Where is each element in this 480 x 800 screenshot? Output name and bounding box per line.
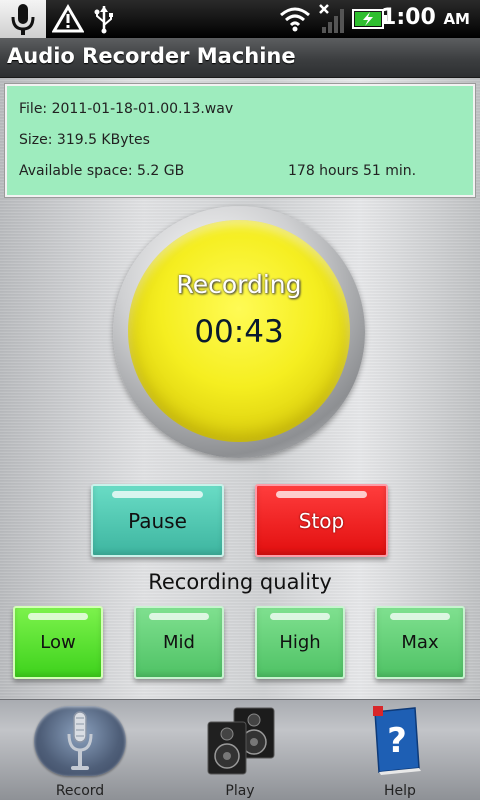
quality-max-label: Max (401, 632, 439, 653)
nav-help-label: Help (384, 783, 416, 799)
usb-icon (92, 4, 116, 38)
recording-indicator-ring: Recording 00:43 (113, 206, 365, 458)
status-time: 1:00 AM (381, 5, 470, 30)
file-info-panel: File: 2011-01-18-01.00.13.wav Size: 319.… (5, 84, 475, 197)
recording-timer: 00:43 (194, 314, 284, 350)
nav-play-label: Play (225, 783, 255, 799)
quality-high-label: High (279, 632, 321, 653)
status-bar: 1:00 AM (0, 0, 480, 38)
button-highlight (276, 491, 367, 498)
nav-help-tab[interactable]: ? Help (345, 700, 455, 800)
quality-max-button[interactable]: Max (375, 606, 465, 679)
available-space-text: Available space: 5.2 GB (19, 163, 185, 179)
microphone-icon (67, 711, 93, 770)
nav-record-label: Record (55, 783, 105, 799)
nav-record-tab[interactable]: Record (26, 700, 134, 800)
main-panel: File: 2011-01-18-01.00.13.wav Size: 319.… (0, 78, 480, 699)
warning-icon (51, 4, 85, 38)
stop-button[interactable]: Stop (255, 484, 388, 557)
quality-low-button[interactable]: Low (13, 606, 103, 679)
button-highlight (27, 613, 89, 620)
speakers-icon (207, 707, 275, 775)
quality-mid-button[interactable]: Mid (134, 606, 224, 679)
nav-play-tab[interactable]: Play (180, 700, 300, 800)
time-text: 1:00 (381, 5, 436, 30)
bottom-nav: Record Play ? Help (0, 699, 480, 800)
app-title: Audio Recorder Machine (7, 44, 296, 68)
pause-label: Pause (128, 508, 187, 533)
button-highlight (112, 491, 203, 498)
button-highlight (389, 613, 451, 620)
recording-status: Recording (176, 270, 302, 299)
stop-label: Stop (298, 508, 345, 533)
button-highlight (269, 613, 331, 620)
app-title-bar: Audio Recorder Machine (0, 38, 480, 78)
signal-off-icon (318, 3, 348, 39)
svg-text:?: ? (387, 721, 407, 761)
quality-mid-label: Mid (163, 632, 195, 653)
button-highlight (148, 613, 210, 620)
remaining-time-text: 178 hours 51 min. (288, 163, 417, 179)
wifi-icon (279, 6, 311, 36)
quality-low-label: Low (40, 632, 76, 653)
pause-button[interactable]: Pause (91, 484, 224, 557)
recording-quality-label: Recording quality (148, 570, 332, 594)
ampm-text: AM (443, 10, 470, 28)
microphone-icon (0, 0, 46, 38)
recording-indicator: Recording 00:43 (128, 220, 350, 442)
help-book-icon: ? (373, 706, 421, 775)
file-name-text: File: 2011-01-18-01.00.13.wav (19, 101, 234, 117)
file-size-text: Size: 319.5 KBytes (19, 132, 150, 148)
quality-high-button[interactable]: High (255, 606, 345, 679)
